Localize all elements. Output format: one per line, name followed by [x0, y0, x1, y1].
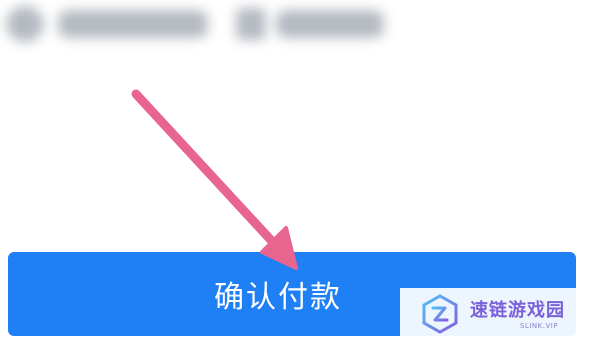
- blurred-text: [58, 10, 208, 38]
- watermark-subtitle: SLINK.VIP: [520, 322, 559, 330]
- watermark: 速链游戏园 SLINK.VIP: [400, 288, 600, 340]
- blurred-avatar: [6, 6, 44, 42]
- confirm-payment-label: 确认付款: [214, 280, 342, 315]
- blurred-text: [236, 8, 266, 40]
- blurred-content-row: [0, 0, 600, 64]
- payment-screen: 确认付款 速链游戏园 SLINK.VIP: [0, 0, 600, 340]
- slink-logo-icon: [422, 294, 458, 334]
- arrow-shaft: [131, 89, 286, 256]
- watermark-title: 速链游戏园: [470, 300, 565, 321]
- blurred-text: [276, 10, 384, 38]
